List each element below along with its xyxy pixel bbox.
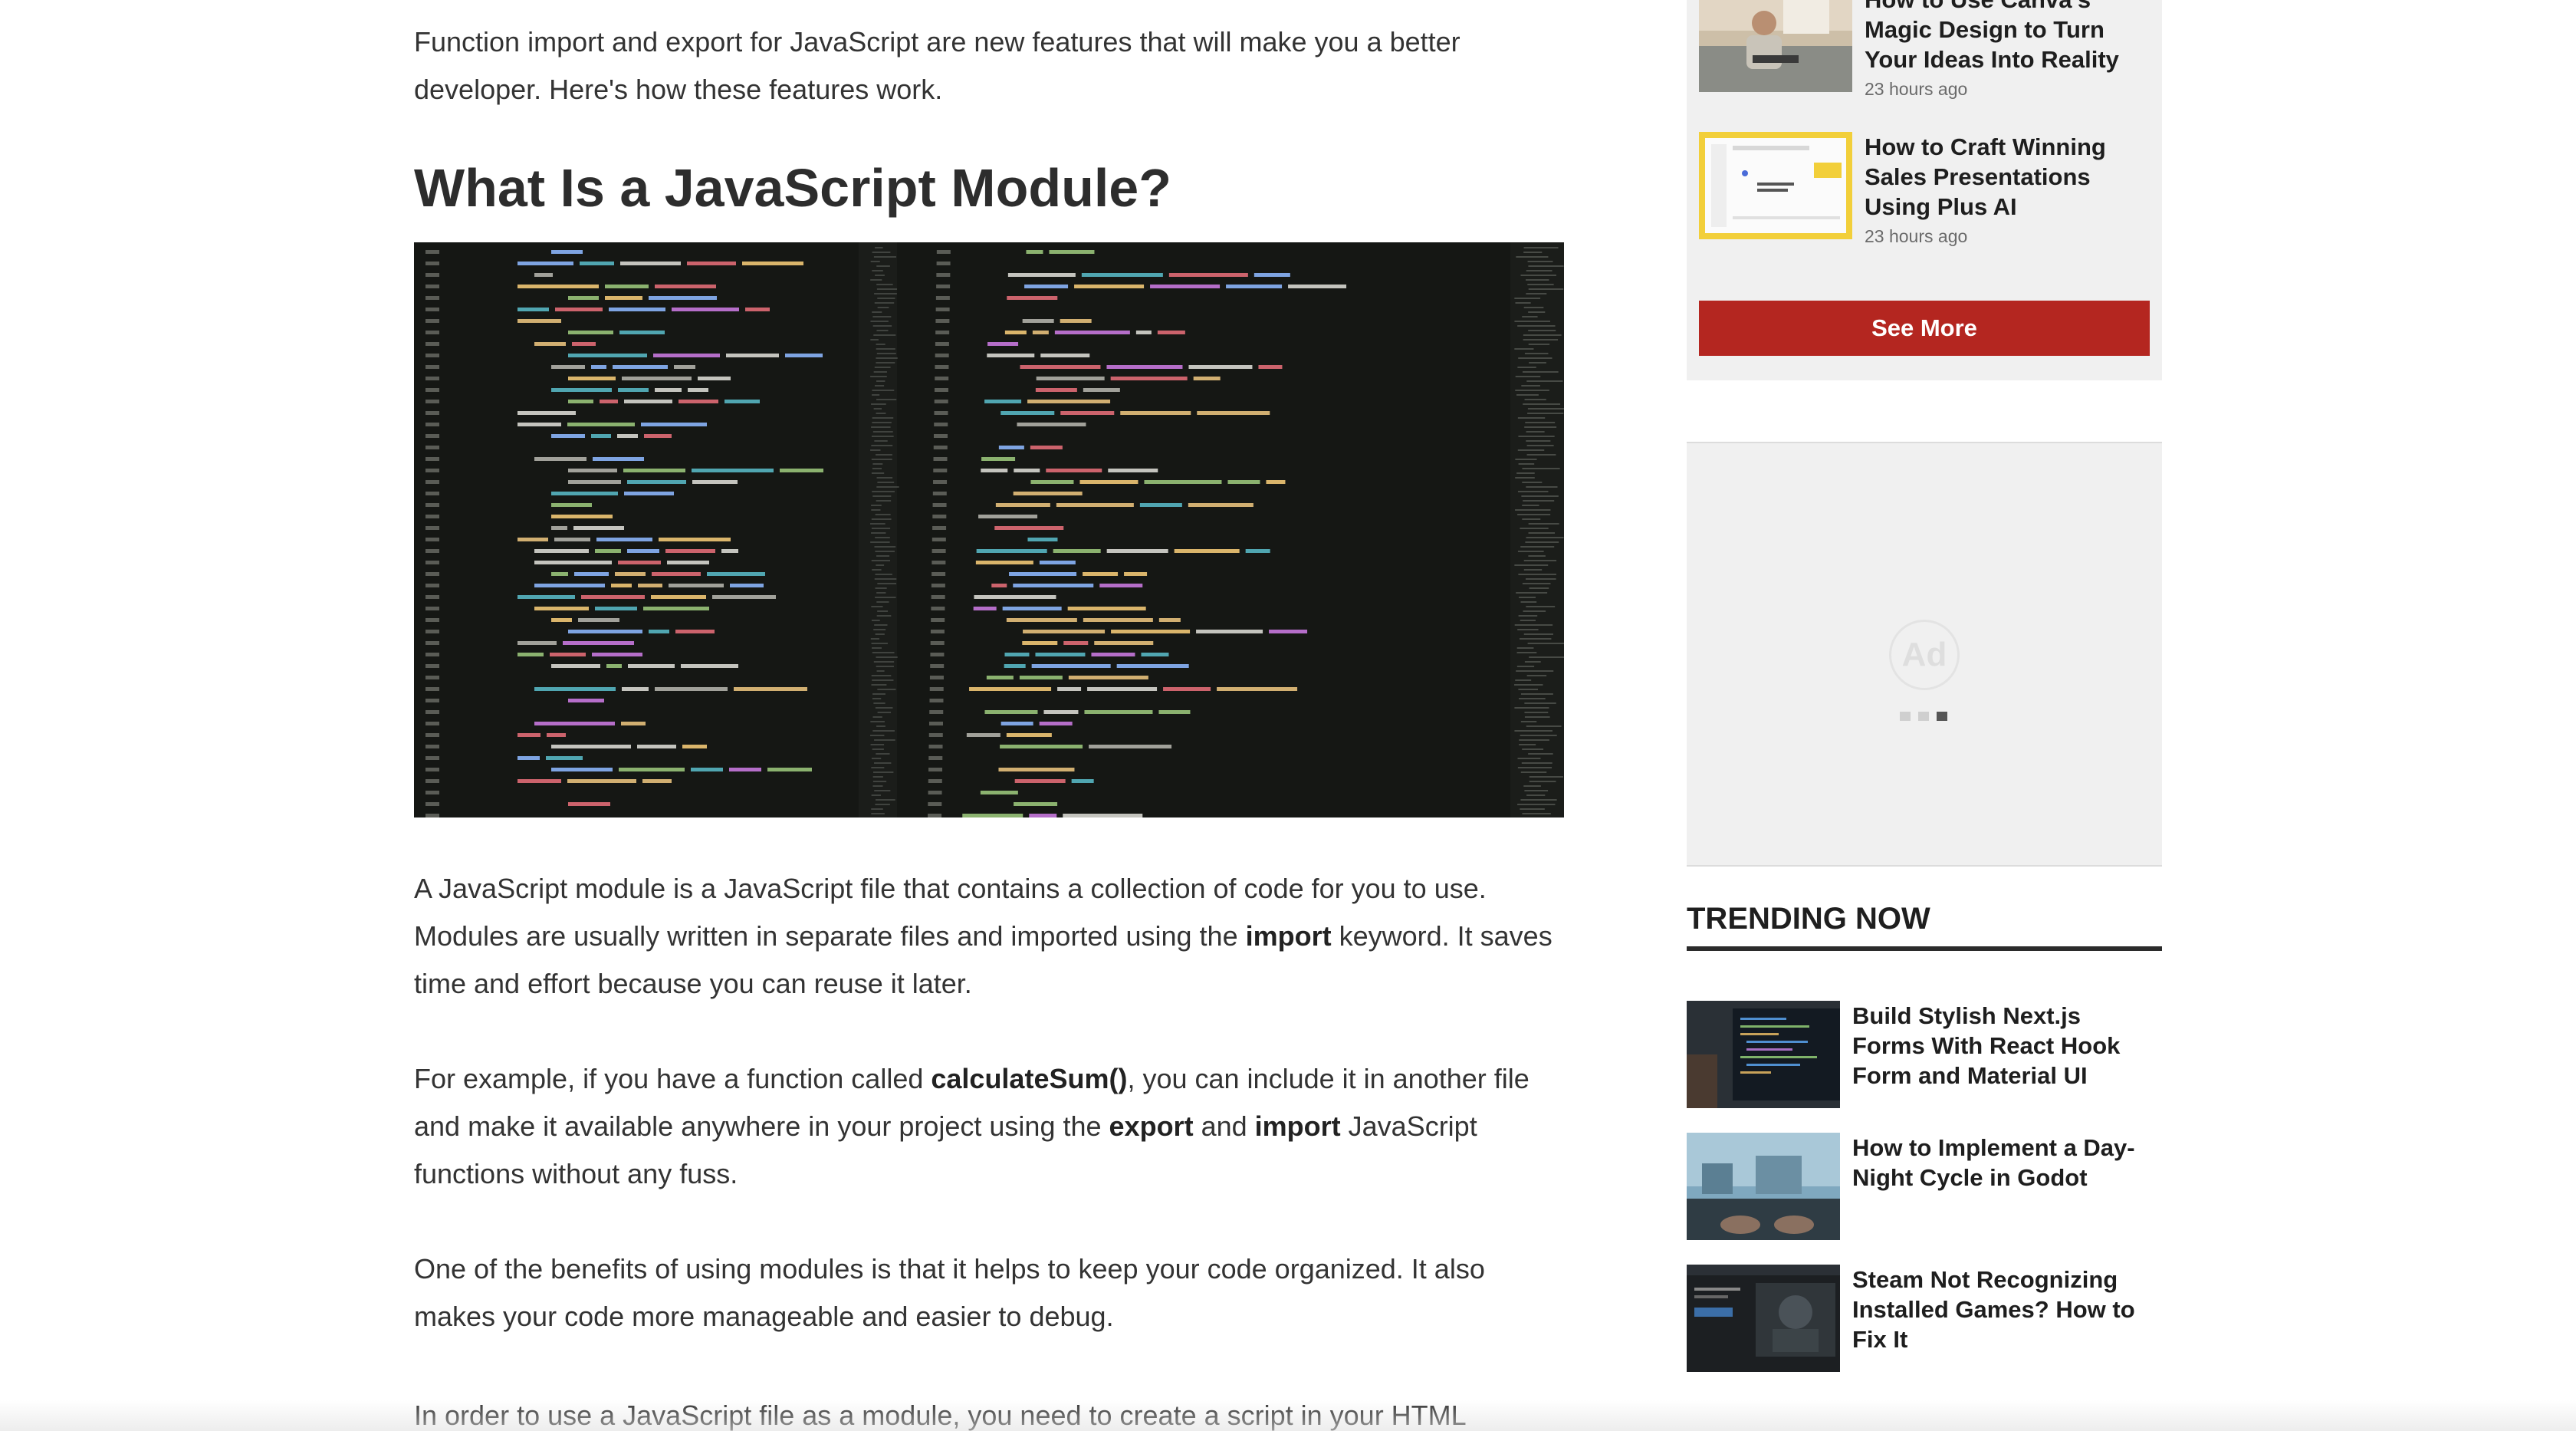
loading-dot (1937, 712, 1947, 721)
trending-article-title[interactable]: Steam Not Recognizing Installed Games? H… (1852, 1265, 2159, 1354)
article-thumbnail[interactable] (1687, 1133, 1840, 1240)
latest-article-time: 23 hours ago (1865, 79, 1968, 99)
see-more-button[interactable]: See More (1699, 301, 2150, 356)
trending-article-title[interactable]: Build Stylish Next.js Forms With React H… (1852, 1001, 2159, 1091)
loading-dots (1900, 712, 1947, 721)
latest-article-title[interactable]: How to Use Canva's Magic Design to Turn … (1865, 0, 2148, 74)
ad-placeholder: Ad (1687, 442, 2162, 867)
article-thumbnail[interactable] (1699, 132, 1852, 239)
paragraph-example: For example, if you have a function call… (414, 1063, 1530, 1189)
article-thumbnail[interactable] (1687, 1265, 1840, 1372)
article-thumbnail[interactable] (1699, 0, 1852, 92)
paragraph-benefits: One of the benefits of using modules is … (414, 1253, 1485, 1332)
trending-heading: TRENDING NOW (1687, 902, 2162, 951)
trending-article-title[interactable]: How to Implement a Day-Night Cycle in Go… (1852, 1133, 2159, 1192)
latest-articles-panel: How to Use Canva's Magic Design to Turn … (1687, 0, 2162, 380)
article-thumbnail[interactable] (1687, 1001, 1840, 1108)
section-heading: What Is a JavaScript Module? (414, 158, 1171, 218)
ad-badge: Ad (1889, 620, 1960, 690)
code-editor-image (414, 242, 1564, 817)
hero-image (414, 242, 1564, 817)
loading-dot (1900, 712, 1911, 721)
intro-paragraph: Function import and export for JavaScrip… (414, 26, 1460, 105)
paragraph-usage: In order to use a JavaScript file as a m… (414, 1400, 1467, 1431)
loading-dot (1918, 712, 1929, 721)
latest-article-title[interactable]: How to Craft Winning Sales Presentations… (1865, 132, 2148, 222)
latest-article-time: 23 hours ago (1865, 226, 1968, 246)
sidebar: How to Use Canva's Magic Design to Turn … (1687, 0, 2162, 1431)
paragraph-module-definition: A JavaScript module is a JavaScript file… (414, 873, 1552, 999)
